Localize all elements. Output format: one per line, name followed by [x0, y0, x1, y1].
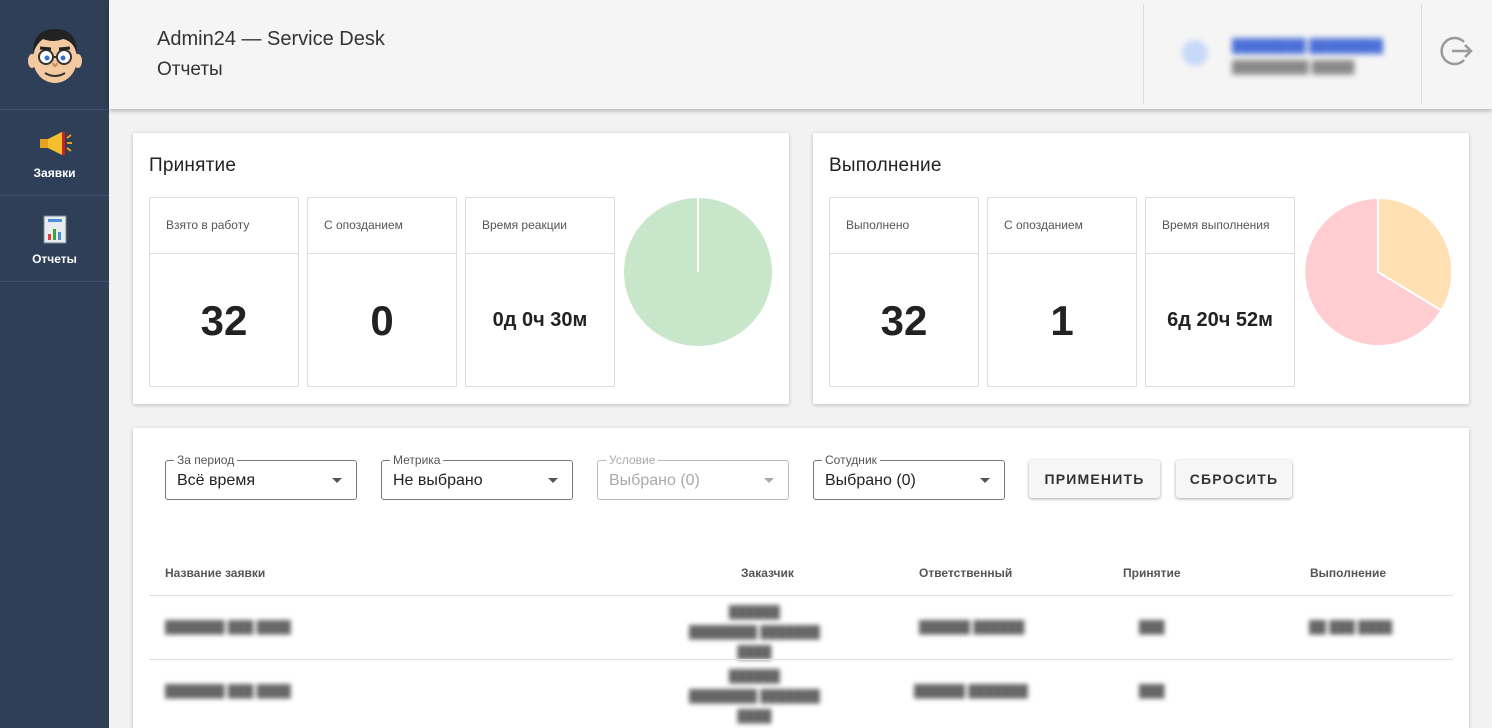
- completion-time-stat: Время выполнения 6д 20ч 52м: [1145, 197, 1295, 387]
- table-row[interactable]: ███████ ███ ████ ██████ ████████ ███████ █…: [149, 659, 1453, 723]
- taken-stat: Взято в работу 32: [149, 197, 299, 387]
- metric-value: Не выбрано: [393, 472, 483, 489]
- app-title: Admin24 — Service Desk: [157, 28, 385, 50]
- employee-label: Сотудник: [822, 454, 880, 467]
- employee-value: Выбрано (0): [825, 472, 916, 489]
- acceptance-card: Принятие Взято в работу 32 С опозданием …: [133, 133, 789, 404]
- dropdown-arrow-icon: [548, 478, 558, 483]
- column-header-responsible[interactable]: Ответственный: [919, 566, 1012, 580]
- stat-value: 0: [370, 296, 394, 344]
- page-title: Отчеты: [157, 59, 223, 80]
- completion-card: Выполнение Выполнено 32 С опозданием 1 В…: [813, 133, 1469, 404]
- redacted-cell: ███████ ███ ████: [165, 620, 291, 634]
- header: Admin24 — Service Desk Отчеты ████████ █…: [109, 0, 1492, 109]
- sidebar-item-label: Заявки: [33, 165, 76, 180]
- stat-label: С опозданием: [308, 198, 456, 254]
- stat-label: Время реакции: [466, 198, 614, 254]
- stat-label: Время выполнения: [1146, 198, 1294, 254]
- completion-title: Выполнение: [829, 155, 942, 176]
- redacted-cell: ██████ ██████: [919, 620, 1025, 634]
- dropdown-arrow-icon: [332, 478, 342, 483]
- period-label: За период: [174, 454, 238, 467]
- employee-select[interactable]: Сотудник Выбрано (0): [813, 454, 1005, 500]
- condition-value: Выбрано (0): [609, 472, 700, 489]
- reaction-time-stat: Время реакции 0д 0ч 30м: [465, 197, 615, 387]
- column-header-acceptance[interactable]: Принятие: [1123, 566, 1181, 580]
- stat-value: 1: [1050, 296, 1074, 344]
- dropdown-arrow-icon: [764, 478, 774, 483]
- acceptance-pie-chart: [624, 198, 772, 346]
- avatar-cartoon-icon: [27, 28, 82, 83]
- stat-label: Взято в работу: [150, 198, 298, 254]
- column-header-completion[interactable]: Выполнение: [1310, 566, 1386, 580]
- sidebar-item-reports[interactable]: Отчеты: [0, 196, 109, 282]
- apply-button[interactable]: ПРИМЕНИТЬ: [1029, 460, 1160, 498]
- stat-value: 6д 20ч 52м: [1167, 309, 1273, 331]
- reset-button[interactable]: СБРОСИТЬ: [1176, 460, 1292, 498]
- completed-stat: Выполнено 32: [829, 197, 979, 387]
- column-header-title[interactable]: Название заявки: [165, 566, 265, 580]
- period-value: Всё время: [177, 472, 255, 489]
- condition-select: Условие Выбрано (0): [597, 454, 789, 500]
- sidebar-item-tickets[interactable]: Заявки: [0, 110, 109, 196]
- stat-label: С опозданием: [988, 198, 1136, 254]
- stat-value: 0д 0ч 30м: [492, 309, 588, 331]
- redacted-cell: ██ ███ ████: [1309, 620, 1393, 634]
- redacted-cell: ██████ ████████ ███████ ████: [689, 605, 820, 659]
- user-profile[interactable]: ████████ ████████ █████████ █████: [1143, 4, 1422, 104]
- user-avatar-icon: [1182, 40, 1208, 66]
- condition-label: Условие: [606, 454, 659, 467]
- metric-label: Метрика: [390, 454, 444, 467]
- user-name-redacted: ████████ ████████: [1232, 38, 1383, 53]
- period-select[interactable]: За период Всё время: [165, 454, 357, 500]
- sidebar: Заявки Отчеты: [0, 0, 109, 728]
- table-row[interactable]: ███████ ███ ████ ██████ ████████ ███████ █…: [149, 595, 1453, 659]
- redacted-cell: ███████ ███ ████: [165, 684, 291, 698]
- late-completion-stat: С опозданием 1: [987, 197, 1137, 387]
- redacted-cell: ██████ ████████ ███████ ████: [689, 669, 820, 723]
- megaphone-icon: [37, 126, 73, 160]
- stat-label: Выполнено: [830, 198, 978, 254]
- user-role-redacted: █████████ █████: [1232, 60, 1355, 74]
- dropdown-arrow-icon: [980, 478, 990, 483]
- stat-value: 32: [880, 296, 928, 344]
- redacted-cell: ██████ ███████: [914, 684, 1028, 698]
- sidebar-item-label: Отчеты: [32, 251, 77, 266]
- logout-icon[interactable]: [1438, 33, 1474, 69]
- report-table-card: За период Всё время Метрика Не выбрано У…: [133, 428, 1469, 728]
- stat-value: 32: [200, 296, 248, 344]
- redacted-cell: ███: [1139, 684, 1165, 698]
- metric-select[interactable]: Метрика Не выбрано: [381, 454, 573, 500]
- avatar[interactable]: [0, 0, 109, 110]
- completion-pie-chart: [1303, 197, 1453, 347]
- redacted-cell: ███: [1139, 620, 1165, 634]
- acceptance-title: Принятие: [149, 155, 237, 176]
- column-header-customer[interactable]: Заказчик: [741, 566, 794, 580]
- late-acceptance-stat: С опозданием 0: [307, 197, 457, 387]
- report-chart-icon: [37, 212, 73, 246]
